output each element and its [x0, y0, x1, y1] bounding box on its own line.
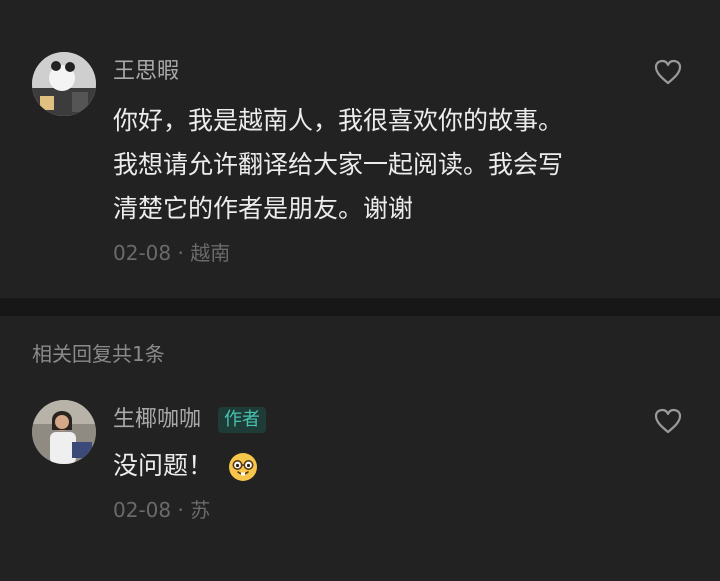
avatar-image — [32, 52, 96, 116]
avatar[interactable] — [32, 400, 96, 464]
avatar[interactable] — [32, 52, 96, 116]
reply-text-content: 没问题！ — [113, 451, 214, 480]
comment-text-line: 清楚它的作者是朋友。谢谢 — [113, 194, 414, 223]
reply-text: 没问题！ — [113, 443, 259, 488]
section-divider — [0, 298, 720, 316]
comment-location: 越南 — [190, 241, 231, 265]
heart-outline-icon[interactable] — [653, 58, 683, 86]
main-comment: 王思暇 你好，我是越南人，我很喜欢你的故事。 我想请允许翻译给大家一起阅读。我会… — [0, 0, 720, 298]
reply-author[interactable]: 生椰咖咖 — [113, 406, 201, 434]
comment-text-line: 你好，我是越南人，我很喜欢你的故事。 — [113, 106, 564, 135]
avatar-image — [32, 400, 96, 464]
nerd-face-emoji-icon — [229, 453, 258, 481]
comment-date: 02-08 — [113, 241, 172, 265]
reply-location: 苏 — [190, 498, 211, 522]
reply-meta: 02-08 · 苏 — [113, 497, 210, 523]
meta-separator: · — [171, 498, 191, 522]
meta-separator: · — [171, 241, 191, 265]
comment-text-line: 我想请允许翻译给大家一起阅读。我会写 — [113, 150, 564, 179]
reply-date: 02-08 — [113, 498, 172, 522]
reply-comment: 生椰咖咖 作者 没问题！ 02-08 · 苏 — [0, 390, 720, 550]
replies-header: 相关回复共1条 — [32, 342, 165, 366]
comment-author[interactable]: 王思暇 — [113, 58, 179, 86]
comment-meta: 02-08 · 越南 — [113, 240, 230, 266]
author-badge: 作者 — [218, 407, 266, 433]
heart-outline-icon[interactable] — [653, 407, 683, 435]
